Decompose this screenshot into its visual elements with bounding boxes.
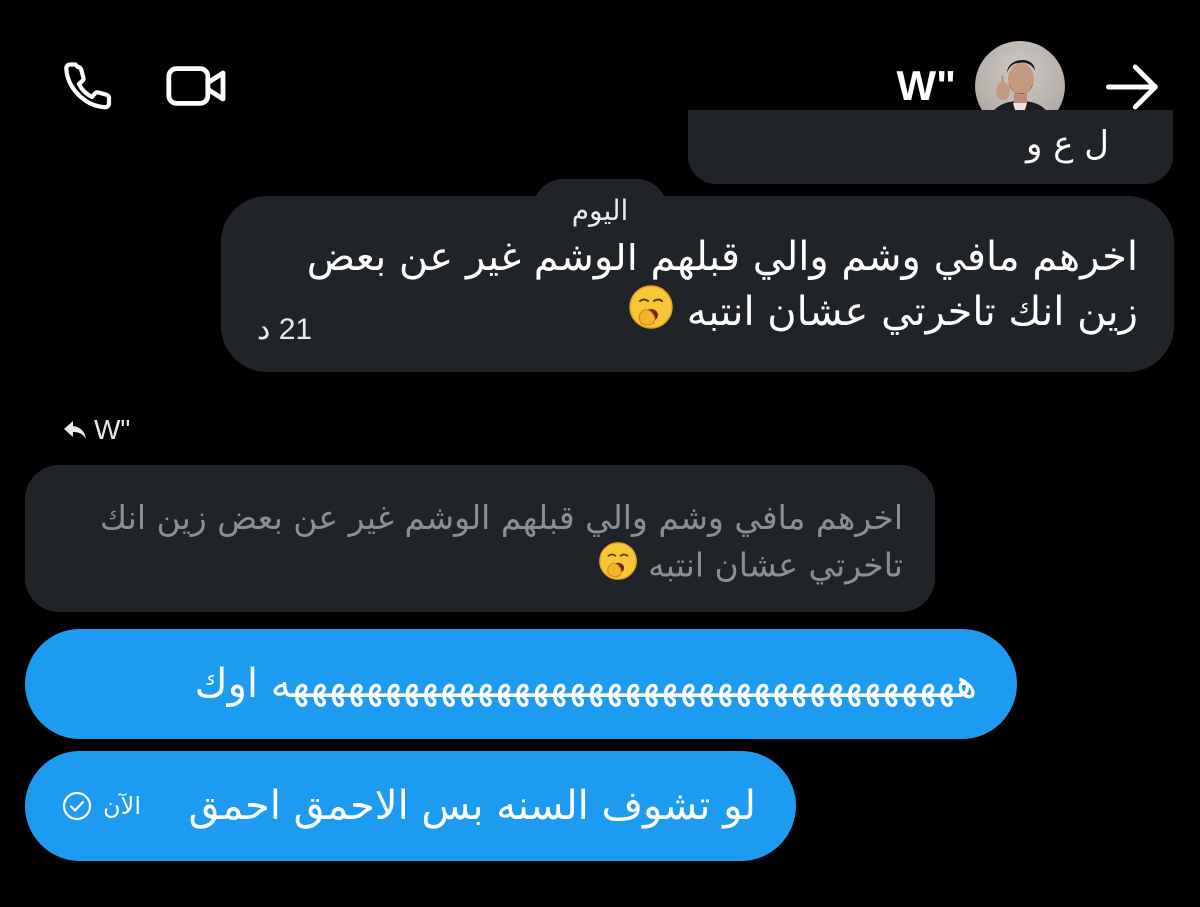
date-divider: اليوم bbox=[532, 179, 668, 243]
message-text: اخرهم مافي وشم والي قبلهم الوشم غير عن ب… bbox=[261, 230, 1138, 344]
message-meta: الآن bbox=[61, 751, 141, 861]
yawning-face-icon bbox=[628, 284, 674, 344]
incoming-message-bubble[interactable]: اخرهم مافي وشم والي قبلهم الوشم غير عن ب… bbox=[221, 196, 1174, 372]
outgoing-message-bubble[interactable]: لو تشوف السنه بس الاحمق احمق الآن bbox=[25, 751, 796, 861]
reply-indicator: W" bbox=[62, 412, 130, 448]
previous-message-partial-text: ل ع و bbox=[1025, 124, 1109, 164]
outgoing-message-bubble[interactable]: هههههههههههههههههههههههههههههههههههههه ا… bbox=[25, 629, 1017, 739]
reply-arrow-icon bbox=[64, 421, 86, 439]
contact-name[interactable]: W" bbox=[896, 62, 956, 110]
phone-icon[interactable] bbox=[60, 58, 116, 114]
previous-message-bubble[interactable]: ل ع و bbox=[688, 110, 1173, 184]
message-text: هههههههههههههههههههههههههههههههههههههه ا… bbox=[194, 661, 977, 707]
quoted-message-bubble[interactable]: اخرهم مافي وشم والي قبلهم الوشم غير عن ب… bbox=[25, 465, 935, 612]
yawning-face-icon bbox=[598, 541, 638, 593]
video-camera-icon[interactable] bbox=[164, 60, 230, 112]
message-text: لو تشوف السنه بس الاحمق احمق bbox=[188, 783, 756, 829]
arrow-right-icon[interactable] bbox=[1104, 60, 1162, 114]
message-timestamp: 21 د bbox=[257, 313, 313, 346]
sent-check-icon bbox=[62, 791, 92, 821]
message-timestamp: الآن bbox=[103, 792, 141, 820]
quoted-message-text: اخرهم مافي وشم والي قبلهم الوشم غير عن ب… bbox=[65, 495, 903, 593]
reply-to-name: W" bbox=[94, 414, 131, 445]
